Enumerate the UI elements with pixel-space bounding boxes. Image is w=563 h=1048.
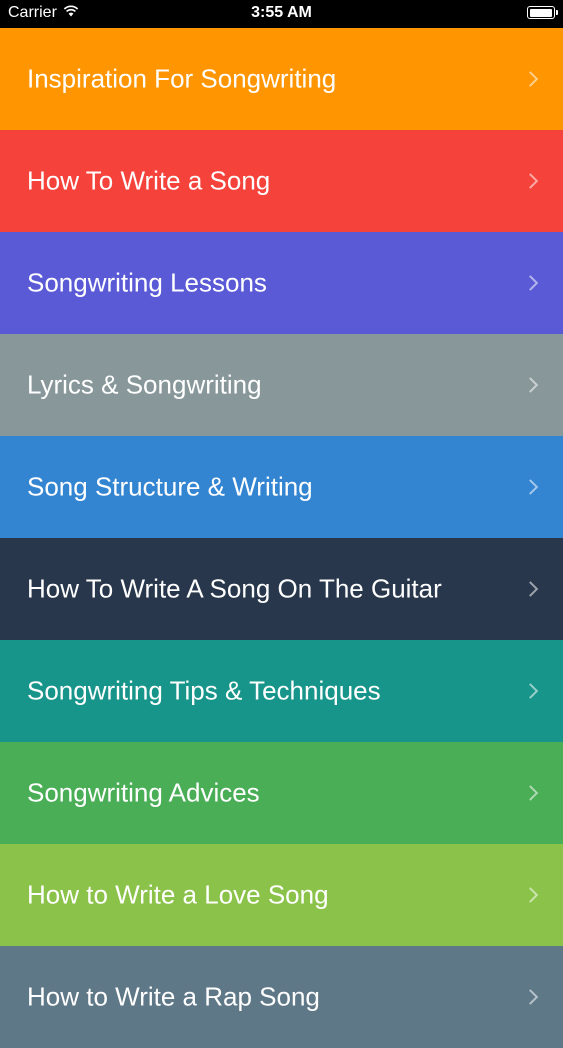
chevron-right-icon (522, 479, 539, 495)
list-item[interactable]: Songwriting Advices (0, 742, 563, 844)
list-item-label: Inspiration For Songwriting (27, 63, 337, 94)
list-item[interactable]: Songwriting Tips & Techniques (0, 640, 563, 742)
list-item[interactable]: How to Write a Rap Song (0, 946, 563, 1048)
list-item-label: How To Write A Song On The Guitar (27, 573, 442, 604)
list-item[interactable]: How To Write A Song On The Guitar (0, 538, 563, 640)
chevron-right-icon (522, 275, 539, 291)
battery-fill (529, 8, 552, 17)
list-item-label: How to Write a Love Song (27, 879, 329, 910)
chevron-right-icon (522, 173, 539, 189)
list-item-label: Songwriting Tips & Techniques (27, 675, 381, 706)
status-bar-right (527, 6, 558, 19)
list-item[interactable]: Song Structure & Writing (0, 436, 563, 538)
status-bar: Carrier 3:55 AM (0, 0, 563, 28)
chevron-right-icon (522, 71, 539, 87)
chevron-right-icon (522, 683, 539, 699)
chevron-right-icon (522, 377, 539, 393)
status-bar-time: 3:55 AM (251, 4, 312, 21)
list-item-label: Songwriting Advices (27, 777, 260, 808)
list-item[interactable]: Lyrics & Songwriting (0, 334, 563, 436)
list-item[interactable]: How to Write a Love Song (0, 844, 563, 946)
category-list: Inspiration For Songwriting How To Write … (0, 28, 563, 1048)
list-item-label: How To Write a Song (27, 165, 271, 196)
chevron-right-icon (522, 785, 539, 801)
list-item[interactable]: How To Write a Song (0, 130, 563, 232)
list-item-label: Songwriting Lessons (27, 267, 267, 298)
chevron-right-icon (522, 887, 539, 903)
chevron-right-icon (522, 581, 539, 597)
chevron-right-icon (522, 989, 539, 1005)
list-item-label: How to Write a Rap Song (27, 981, 320, 1012)
battery-icon (527, 6, 558, 19)
list-item-label: Song Structure & Writing (27, 471, 313, 502)
list-item[interactable]: Songwriting Lessons (0, 232, 563, 334)
list-item-label: Lyrics & Songwriting (27, 369, 262, 400)
list-item[interactable]: Inspiration For Songwriting (0, 28, 563, 130)
